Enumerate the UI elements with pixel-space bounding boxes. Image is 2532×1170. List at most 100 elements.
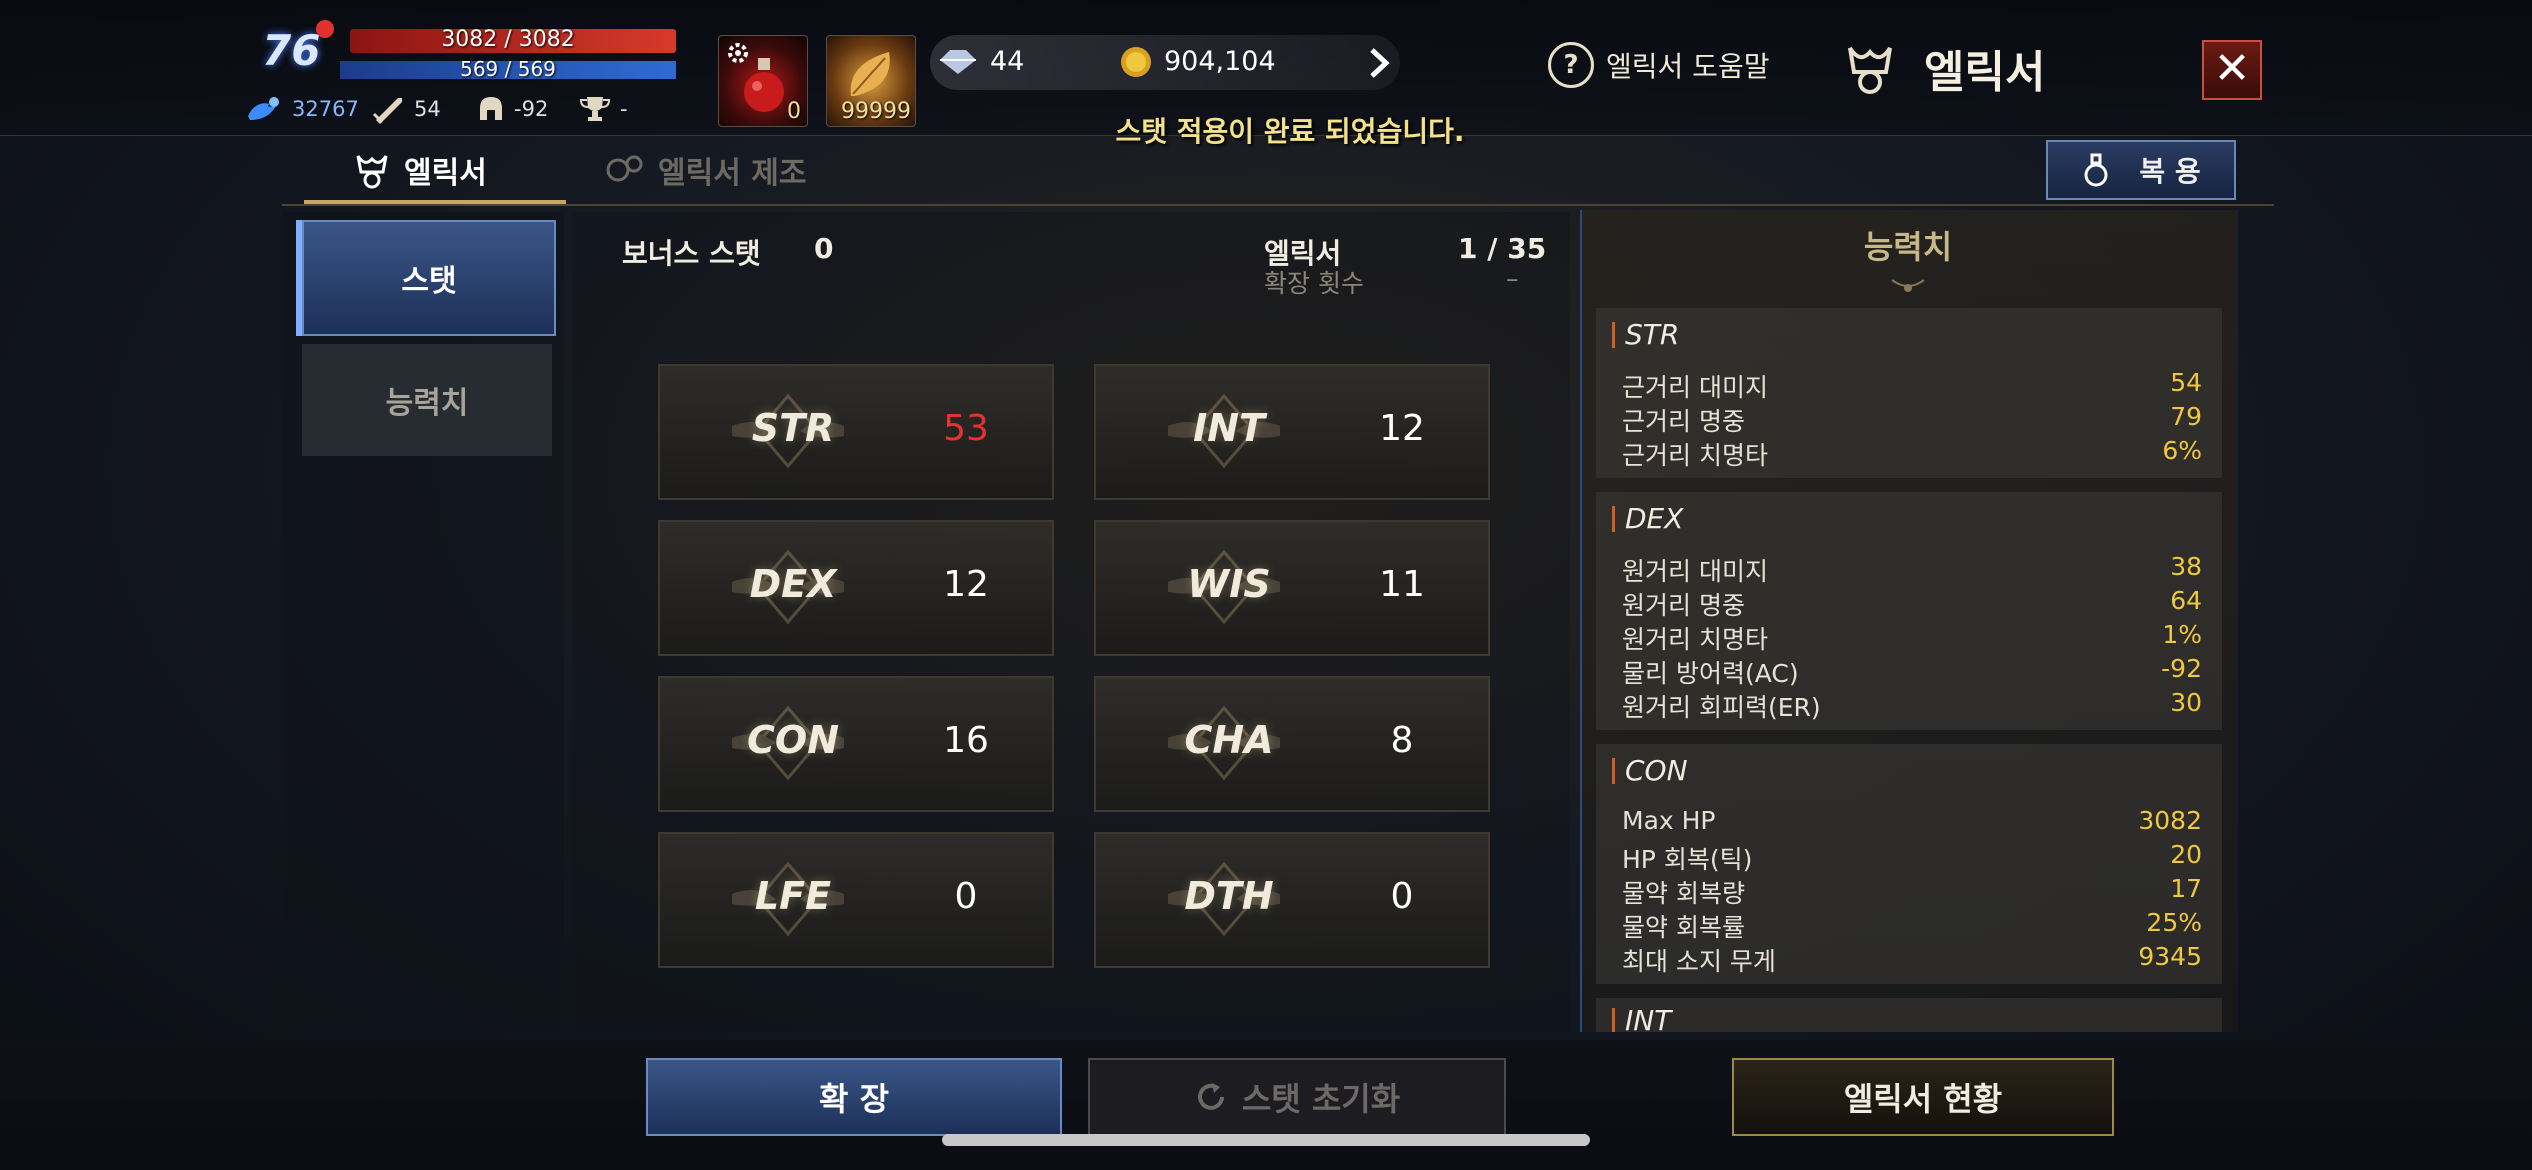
player-level: 76	[262, 26, 321, 75]
use-button[interactable]: 복 용	[2046, 140, 2236, 200]
ability-section-con: CON Max HP 3082 HP 회복(틱) 20 물약 회복량 17 물약 회복…	[1596, 744, 2222, 984]
ability-row: 근거리 명중 79	[1622, 402, 2202, 438]
help-button[interactable]: ? 엘릭서 도움말	[1548, 42, 1769, 88]
section-marker	[1612, 505, 1615, 532]
stat-card-con: CON 16	[658, 676, 1054, 812]
expand-count-value: –	[1506, 264, 1519, 293]
potion-icon	[744, 58, 784, 112]
stat-card-dex: DEX 12	[658, 520, 1054, 656]
ability-value: 30	[2170, 688, 2202, 717]
stat-attack: 54	[372, 94, 441, 124]
refresh-icon	[1197, 1083, 1224, 1110]
ability-row: 원거리 회피력(ER) 30	[1622, 688, 2202, 724]
ability-section-int: INT	[1596, 998, 2222, 1032]
section-header: CON	[1612, 754, 1688, 787]
home-indicator[interactable]	[942, 1134, 1590, 1146]
spirit-icon	[248, 97, 279, 120]
quickslot-leaf[interactable]: 99999	[826, 35, 916, 127]
ability-value: 64	[2170, 586, 2202, 615]
section-marker	[1612, 321, 1615, 348]
stat-value: 16	[943, 720, 989, 761]
ability-label: 물리 방어력(AC)	[1622, 659, 1799, 688]
ability-value: 3082	[2138, 806, 2202, 835]
ability-section-dex: DEX 원거리 대미지 38 원거리 명중 64 원거리 치명타 1% 물리 방어력(…	[1596, 492, 2222, 730]
ability-label: 원거리 회피력(ER)	[1622, 693, 1821, 722]
side-tab-ability[interactable]: 능력치	[302, 344, 552, 456]
stat-value: 11	[1379, 564, 1425, 605]
stat-value: 12	[943, 564, 989, 605]
sword-icon	[372, 98, 402, 124]
gold-coin-icon	[1121, 47, 1151, 77]
expand-count-label: 확장 횟수	[1264, 269, 1364, 298]
ability-row: 근거리 대미지 54	[1622, 368, 2202, 404]
ability-value: 25%	[2146, 908, 2202, 937]
elixir-count-value: 1 / 35	[1458, 232, 1547, 265]
reset-stat-button[interactable]: 스탯 초기화	[1088, 1058, 1506, 1136]
ability-label: 근거리 명중	[1622, 407, 1745, 436]
stat-name: STR	[751, 406, 835, 450]
title-text: 엘릭서	[1924, 47, 2046, 98]
stat-card-int: INT 12	[1094, 364, 1490, 500]
ability-value: 1%	[2162, 620, 2202, 649]
stat-value: 12	[1379, 408, 1425, 449]
stat-card-cha: CHA 8	[1094, 676, 1490, 812]
elixir-tab-icon	[356, 155, 388, 189]
quickslot-potion[interactable]: 0	[718, 35, 808, 127]
ability-row: 원거리 대미지 38	[1622, 552, 2202, 588]
ability-value: 20	[2170, 840, 2202, 869]
stat-card-str: STR 53	[658, 364, 1054, 500]
stat-trophy: -	[578, 94, 628, 124]
help-label: 엘릭서 도움말	[1606, 50, 1770, 83]
ability-label: 최대 소지 무게	[1622, 947, 1776, 976]
helmet-icon	[480, 97, 502, 120]
elixir-status-button[interactable]: 엘릭서 현황	[1732, 1058, 2114, 1136]
ability-value: -92	[2161, 654, 2202, 683]
tab-active-indicator	[304, 200, 566, 204]
ability-row: 물리 방어력(AC) -92	[1622, 654, 2202, 690]
leaf-icon	[850, 52, 890, 96]
ability-section-str: STR 근거리 대미지 54 근거리 명중 79 근거리 치명타 6%	[1596, 308, 2222, 478]
chevron-right-icon[interactable]	[1364, 46, 1394, 80]
flask-icon	[2084, 153, 2108, 187]
stat-name: CON	[747, 718, 839, 762]
ability-value: 9345	[2138, 942, 2202, 971]
ability-label: 원거리 명중	[1622, 591, 1745, 620]
stat-name: INT	[1193, 406, 1265, 450]
craft-tab-icon	[606, 155, 643, 182]
expand-button[interactable]: 확 장	[646, 1058, 1062, 1136]
section-header: INT	[1612, 1004, 1671, 1032]
ability-row: Max HP 3082	[1622, 806, 2202, 835]
stat-card-dth: DTH 0	[1094, 832, 1490, 968]
ability-panel-title: 능력치	[1863, 228, 1953, 266]
section-name: CON	[1625, 754, 1688, 787]
ability-value: 79	[2170, 402, 2202, 431]
trophy-icon	[579, 97, 611, 121]
tab-elixir[interactable]: 엘릭서	[352, 138, 487, 202]
stat-name: CHA	[1184, 718, 1274, 762]
tab-elixir-craft[interactable]: 엘릭서 제조	[602, 138, 806, 202]
ability-row: 최대 소지 무게 9345	[1622, 942, 2202, 978]
diamond-icon	[940, 50, 976, 74]
ability-value: 17	[2170, 874, 2202, 903]
ability-row: HP 회복(틱) 20	[1622, 840, 2202, 876]
ability-row: 물약 회복량 17	[1622, 874, 2202, 910]
use-label: 복 용	[2139, 155, 2201, 188]
stat-value: 8	[1390, 720, 1414, 761]
expand-label: 확 장	[818, 1080, 890, 1118]
stat-defense: -92	[476, 94, 548, 124]
stat-value: 0	[1390, 876, 1414, 917]
section-header: DEX	[1612, 502, 1683, 535]
defense-value: -92	[514, 97, 549, 121]
page-title: 엘릭서	[1840, 36, 2045, 100]
notification-dot	[316, 20, 334, 38]
ability-value: 54	[2170, 368, 2202, 397]
section-marker	[1612, 757, 1615, 784]
ability-row: 근거리 치명타 6%	[1622, 436, 2202, 472]
spirit-value: 32767	[292, 97, 359, 121]
close-button[interactable]: ✕	[2202, 40, 2262, 100]
ability-label: 근거리 치명타	[1622, 441, 1768, 470]
section-name: INT	[1625, 1004, 1672, 1032]
side-tab-stat[interactable]: 스탯	[302, 220, 556, 336]
ability-label: 근거리 대미지	[1622, 373, 1768, 402]
stat-card-wis: WIS 11	[1094, 520, 1490, 656]
